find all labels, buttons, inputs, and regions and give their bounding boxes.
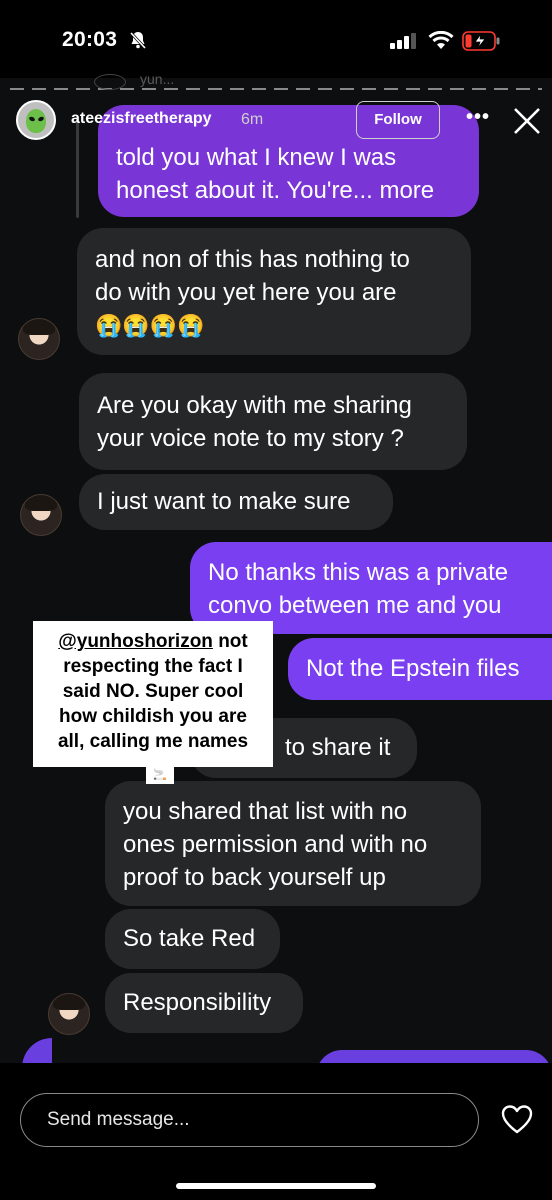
message-line: and non of this has nothing to (95, 246, 410, 273)
cellular-signal-icon (390, 33, 416, 49)
story-author-avatar[interactable] (16, 100, 56, 140)
cigarette-icon: 🚬 (146, 766, 174, 784)
message-line: Responsibility (123, 989, 272, 1016)
message-bubble-incoming: and non of this has nothing to do with y… (77, 228, 471, 355)
sender-avatar (18, 318, 60, 360)
message-bubble-incoming: Are you okay with me sharing your voice … (79, 373, 467, 470)
sender-avatar (20, 494, 62, 536)
heart-icon[interactable] (500, 1103, 534, 1137)
message-line: No thanks this was a private (208, 559, 509, 586)
reply-avatar (94, 74, 126, 90)
quoted-message-line: honest about it. You're... more (116, 177, 435, 204)
message-bubble-outgoing: Not the Epstein files (288, 638, 552, 700)
text-sticker: @yunhoshorizon not respecting the fact I… (33, 621, 273, 767)
message-line: do with you yet here you are (95, 279, 397, 306)
message-bubble-incoming: Responsibility (105, 973, 303, 1033)
message-bubble-incoming: So take Red (105, 909, 280, 969)
sender-avatar (48, 993, 90, 1035)
story-author-username[interactable]: ateezisfreetherapy (71, 110, 212, 128)
message-line: So take Red (123, 925, 256, 952)
sticker-line: said NO. Super cool (62, 681, 244, 702)
close-icon[interactable] (512, 106, 542, 136)
sticker-line: not (212, 631, 248, 652)
reply-username: yun... (140, 71, 175, 87)
sticker-mention[interactable]: @yunhoshorizon (58, 631, 213, 652)
follow-button[interactable]: Follow (356, 101, 440, 139)
status-time: 20:03 (62, 28, 118, 51)
message-line: you shared that list with no (123, 798, 408, 825)
story-progress-bar (10, 88, 542, 90)
message-line: Not the Epstein files (306, 655, 520, 682)
story-time-ago: 6m (241, 111, 264, 128)
message-line: I just want to make sure (97, 488, 351, 515)
reply-indicator-line (76, 118, 79, 218)
send-message-input[interactable]: Send message... (20, 1093, 479, 1147)
message-line: ones permission and with no (123, 831, 428, 858)
quoted-message-line: told you what I knew I was (116, 144, 397, 171)
message-line: Are you okay with me sharing (97, 392, 412, 419)
sticker-line: respecting the fact I (63, 656, 243, 677)
sticker-line: all, calling me names (57, 731, 249, 752)
message-emoji-line: 😭😭😭😭 (95, 313, 205, 338)
sticker-line: how childish you are (59, 706, 247, 727)
message-bubble-incoming: you shared that list with no ones permis… (105, 781, 481, 906)
message-line: to share it (285, 734, 391, 761)
battery-charging-icon (462, 31, 500, 51)
more-options-icon[interactable]: ••• (466, 106, 490, 129)
message-line: your voice note to my story ? (97, 425, 404, 452)
wifi-icon (428, 31, 454, 49)
message-line: convo between me and you (208, 592, 502, 619)
message-line: proof to back yourself up (123, 864, 386, 891)
home-indicator[interactable] (176, 1183, 376, 1189)
bell-muted-icon (129, 31, 147, 50)
message-bubble-incoming: I just want to make sure (79, 474, 393, 530)
